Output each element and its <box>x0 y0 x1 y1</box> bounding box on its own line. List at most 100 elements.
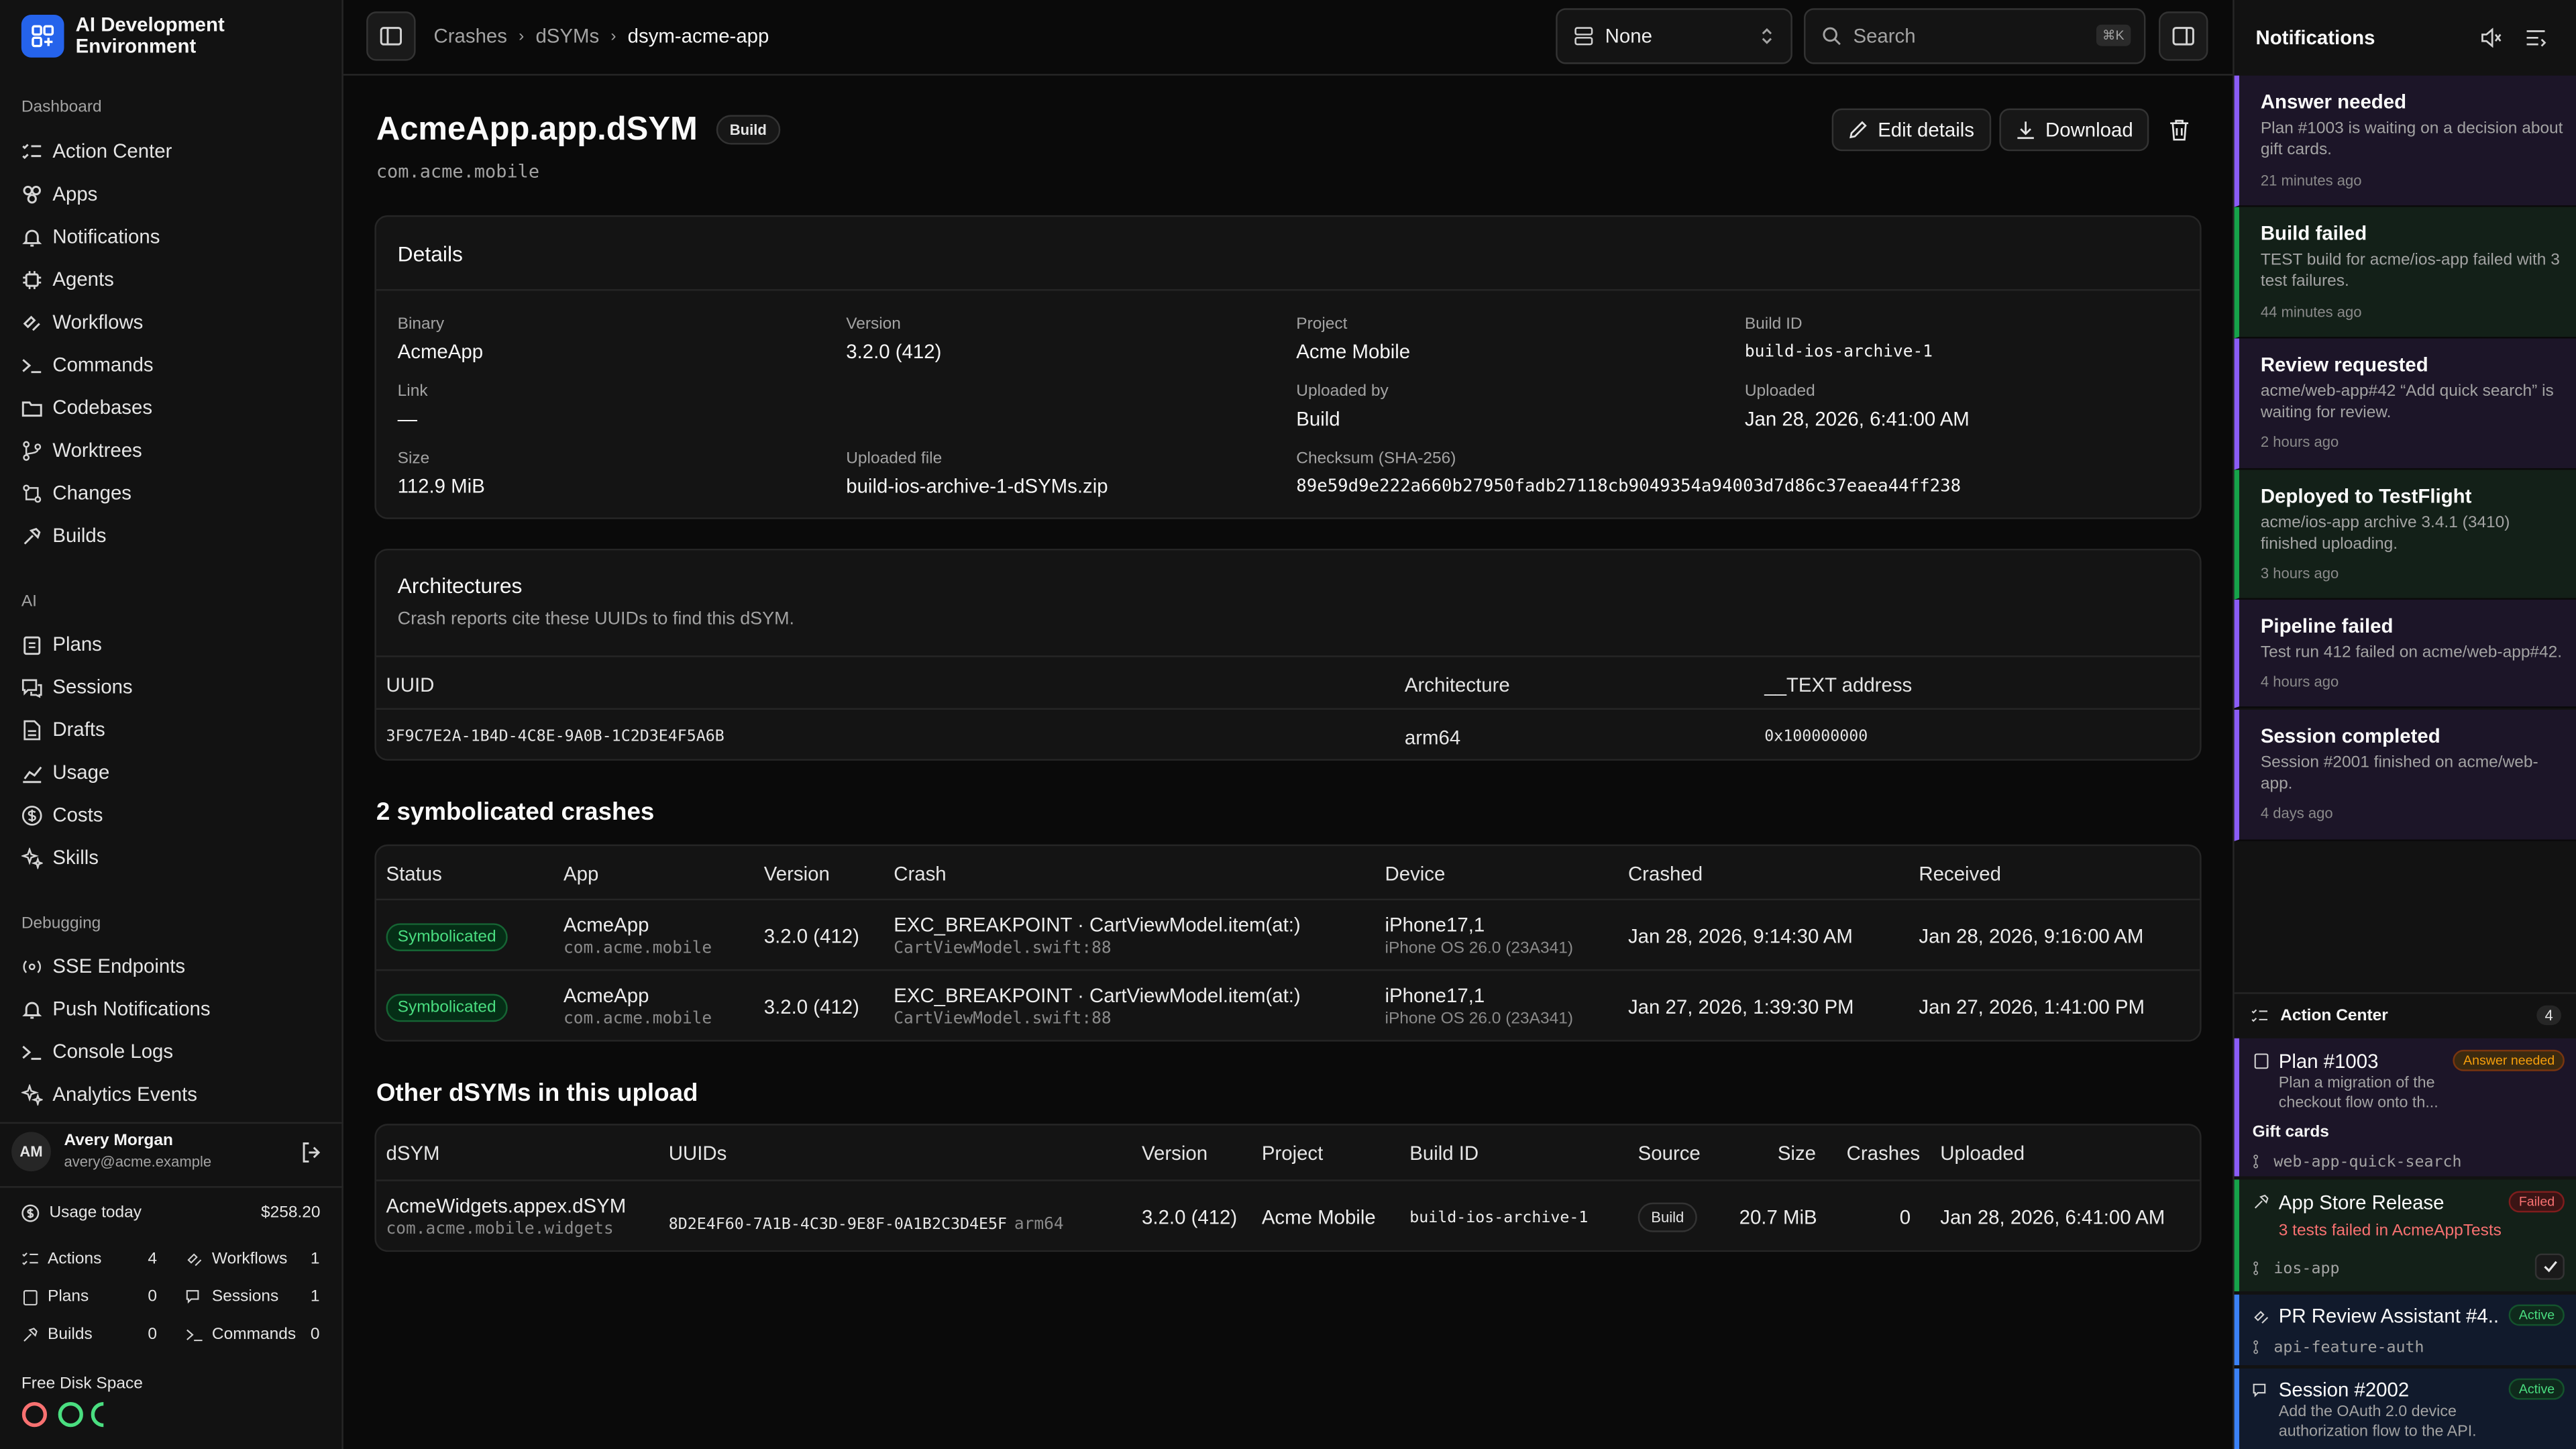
search-input[interactable]: Search ⌘K <box>1804 8 2146 64</box>
action-item-pr-review[interactable]: PR Review Assistant #4... Active api-fea… <box>2234 1294 2576 1366</box>
edit-details-button[interactable]: Edit details <box>1831 108 1991 152</box>
notification-item[interactable]: Review requested acme/web-app#42 “Add qu… <box>2234 338 2576 470</box>
toggle-panel-button[interactable] <box>2158 11 2208 61</box>
sidebar-toggle-icon <box>380 27 402 46</box>
sidebar-item-commands[interactable]: Commands <box>21 348 154 381</box>
disk-gauges <box>21 1401 104 1428</box>
dsym-name[interactable]: AcmeWidgets.appex.dSYM <box>386 1194 627 1217</box>
link-value: — <box>397 407 418 431</box>
dsym-source-badge: Build <box>1638 1202 1697 1232</box>
sidebar-item-drafts[interactable]: Drafts <box>21 713 105 746</box>
stat-sessions[interactable]: Sessions <box>186 1288 278 1306</box>
notification-time: 44 minutes ago <box>2260 304 2362 321</box>
col-crash: Crash <box>894 862 947 886</box>
action-item-plan[interactable]: Plan #1003 Answer needed Plan a migratio… <box>2234 1038 2576 1177</box>
stat-actions[interactable]: Actions <box>21 1250 102 1269</box>
notification-title: Deployed to TestFlight <box>2260 484 2472 508</box>
sidebar-item-sessions[interactable]: Sessions <box>21 670 133 703</box>
sidebar-item-console-logs[interactable]: Console Logs <box>21 1035 173 1068</box>
link-label: Link <box>397 382 428 401</box>
stat-label: Builds <box>48 1326 93 1344</box>
stat-commands[interactable]: Commands <box>186 1326 296 1344</box>
table-row[interactable]: Symbolicated AcmeApp com.acme.mobile 3.2… <box>376 900 2200 971</box>
clear-all-icon[interactable] <box>2525 28 2546 48</box>
sidebar-item-label: Plans <box>52 632 102 656</box>
trash-icon[interactable] <box>2169 118 2190 141</box>
build-id-value: build-ios-archive-1 <box>1744 343 1933 362</box>
bell-icon <box>22 229 42 246</box>
notification-body: acme/ios-app archive 3.4.1 (3410) finish… <box>2260 514 2510 554</box>
stat-label: Actions <box>48 1250 102 1269</box>
sidebar-item-action-center[interactable]: Action Center <box>21 135 172 168</box>
select-value: None <box>1605 24 1652 48</box>
user-menu[interactable]: AM Avery Morgan avery@acme.example <box>0 1122 343 1181</box>
stat-builds[interactable]: Builds <box>21 1326 93 1344</box>
notification-item[interactable]: Session completed Session #2001 finished… <box>2234 709 2576 841</box>
sidebar-item-notifications[interactable]: Notifications <box>21 220 160 253</box>
toggle-sidebar-button[interactable] <box>366 11 416 61</box>
action-item-session[interactable]: Session #2002 Active Add the OAuth 2.0 d… <box>2234 1368 2576 1449</box>
action-item-release[interactable]: App Store Release Failed 3 tests failed … <box>2234 1179 2576 1291</box>
usage-value: $258.20 <box>261 1204 321 1223</box>
dsym-uuid: 8D2E4F60-7A1B-4C3D-9E8F-0A1B2C3D4E5F <box>668 1216 1008 1234</box>
sidebar-item-codebases[interactable]: Codebases <box>21 391 152 424</box>
sidebar-item-usage[interactable]: Usage <box>21 756 109 789</box>
sidebar-item-skills[interactable]: Skills <box>21 841 99 874</box>
sidebar-item-apps[interactable]: Apps <box>21 177 97 210</box>
mute-icon[interactable] <box>2481 28 2502 48</box>
chevron-up-down-icon <box>1762 28 1772 44</box>
project-select[interactable]: None <box>1556 8 1792 64</box>
brand[interactable]: AI Development Environment <box>21 14 225 58</box>
stat-plans[interactable]: Plans <box>21 1288 89 1306</box>
sidebar-item-worktrees[interactable]: Worktrees <box>21 434 142 467</box>
logout-icon[interactable] <box>301 1142 322 1163</box>
sidebar-item-label: Push Notifications <box>52 997 211 1020</box>
table-row[interactable]: Symbolicated AcmeApp com.acme.mobile 3.2… <box>376 973 2200 1043</box>
page-subtitle: com.acme.mobile <box>376 161 540 182</box>
sidebar-item-changes[interactable]: Changes <box>21 476 131 509</box>
chat-icon <box>21 678 42 698</box>
sidebar-item-costs[interactable]: Costs <box>21 798 103 831</box>
sidebar-item-label: Codebases <box>52 396 153 419</box>
approve-button[interactable] <box>2534 1253 2565 1280</box>
action-center-header[interactable]: Action Center 4 <box>2234 992 2576 1035</box>
sidebar-item-analytics-events[interactable]: Analytics Events <box>21 1078 197 1111</box>
sidebar-item-label: SSE Endpoints <box>52 954 186 978</box>
status-badge: Symbolicated <box>386 923 508 951</box>
action-center-title: Action Center <box>2280 1007 2388 1026</box>
user-email: avery@acme.example <box>64 1153 212 1170</box>
breadcrumb-crashes[interactable]: Crashes <box>434 25 507 48</box>
sidebar-item-workflows[interactable]: Workflows <box>21 306 143 339</box>
git-branch-icon <box>2253 1340 2259 1354</box>
sidebar-item-push-notifications[interactable]: Push Notifications <box>21 992 211 1025</box>
notification-title: Answer needed <box>2260 90 2407 113</box>
sidebar-item-sse-endpoints[interactable]: SSE Endpoints <box>21 950 185 983</box>
action-branch: api-feature-auth <box>2273 1338 2424 1357</box>
dsym-build-id: build-ios-archive-1 <box>1409 1209 1589 1228</box>
folder-icon <box>21 400 42 416</box>
action-extra: Gift cards <box>2252 1124 2329 1142</box>
status-badge: Active <box>2509 1304 2565 1326</box>
stat-label: Plans <box>48 1288 89 1306</box>
chat-icon <box>2253 1383 2266 1397</box>
notification-item[interactable]: Answer needed Plan #1003 is waiting on a… <box>2234 75 2576 207</box>
stat-workflows[interactable]: Workflows <box>186 1250 287 1269</box>
table-row[interactable]: AcmeWidgets.appex.dSYM com.acme.mobile.w… <box>376 1181 2200 1252</box>
notification-time: 21 minutes ago <box>2260 172 2362 189</box>
uuid-value: 3F9C7E2A-1B4D-4C8E-9A0B-1C2D3E4F5A6B <box>386 727 724 746</box>
notification-title: Review requested <box>2260 353 2428 376</box>
notification-item[interactable]: Build failed TEST build for acme/ios-app… <box>2234 207 2576 339</box>
terminal-icon <box>22 358 42 372</box>
breadcrumb-dsyms[interactable]: dSYMs <box>535 25 599 48</box>
architectures-heading: Architectures <box>397 573 523 598</box>
git-branch-icon <box>2253 1155 2259 1169</box>
sidebar-item-agents[interactable]: Agents <box>21 263 114 296</box>
build-badge: Build <box>716 115 780 145</box>
notification-item[interactable]: Deployed to TestFlight acme/ios-app arch… <box>2234 470 2576 600</box>
col-uuid: UUID <box>386 674 435 697</box>
sidebar-item-builds[interactable]: Builds <box>21 519 106 552</box>
download-button[interactable]: Download <box>1999 108 2150 152</box>
notification-item[interactable]: Pipeline failed Test run 412 failed on a… <box>2234 599 2576 708</box>
uploaded-by-value: Build <box>1296 407 1340 431</box>
sidebar-item-plans[interactable]: Plans <box>21 628 102 661</box>
